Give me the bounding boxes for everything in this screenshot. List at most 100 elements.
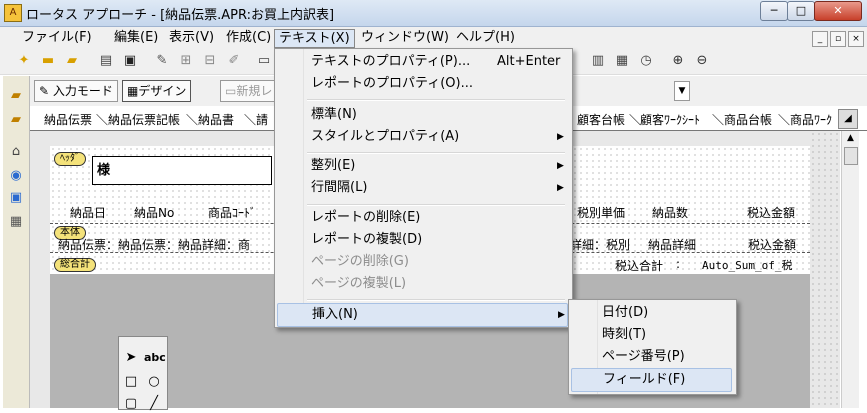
new-icon: ▭ bbox=[225, 84, 237, 98]
report-icon[interactable]: ▦ bbox=[6, 212, 26, 232]
chart-icon[interactable]: ⊞ bbox=[176, 51, 196, 71]
pointer-tool-icon[interactable]: ➤ bbox=[121, 349, 141, 367]
tab-separator: ＼ bbox=[244, 113, 257, 127]
tab-partial[interactable]: 請 bbox=[256, 111, 268, 128]
menu-edit[interactable]: 編集(E) bbox=[110, 29, 162, 46]
menu-text[interactable]: テキスト(X) bbox=[274, 29, 355, 48]
menu-item-duplicate-report[interactable]: レポートの複製(D) bbox=[277, 229, 568, 251]
summary-band-label[interactable]: 総合計 bbox=[54, 258, 96, 272]
menu-help[interactable]: ヘルプ(H) bbox=[452, 29, 519, 46]
menu-item-align[interactable]: 整列(E) ▶ bbox=[277, 155, 568, 177]
view-dropdown-arrow[interactable]: ▼ bbox=[674, 81, 690, 101]
menu-file[interactable]: ファイル(F) bbox=[18, 29, 96, 46]
maximize-button[interactable]: □ bbox=[787, 1, 815, 21]
tab-shohin-worksheet[interactable]: 商品ﾜｰｸ bbox=[790, 111, 832, 128]
submenu-item-page-number[interactable]: ページ番号(P) bbox=[571, 346, 732, 368]
edit-pencil-icon[interactable]: ✎ bbox=[152, 51, 172, 71]
text-tool-button[interactable]: abc bbox=[144, 349, 166, 367]
new-report-button[interactable]: ▭新規レ bbox=[220, 80, 278, 102]
header-text-box[interactable]: 様 bbox=[92, 156, 272, 185]
menu-item-delete-report[interactable]: レポートの削除(E) bbox=[277, 207, 568, 229]
menu-separator bbox=[307, 299, 565, 301]
submenu-arrow-icon: ▶ bbox=[557, 132, 564, 142]
mdi-controls: _ ▫ × bbox=[810, 30, 864, 47]
tab-shohin-daicho[interactable]: 商品台帳 bbox=[724, 111, 772, 128]
scroll-up-icon[interactable]: ▲ bbox=[842, 131, 859, 145]
summary-field[interactable]: Auto_Sum_of_税 bbox=[702, 257, 792, 273]
database-icon[interactable]: ▣ bbox=[6, 188, 26, 208]
input-mode-button[interactable]: ✎ 入力モード bbox=[34, 80, 118, 102]
menu-item-report-properties[interactable]: レポートのプロパティ(O)... bbox=[277, 73, 568, 95]
tab-nouhinsho[interactable]: 納品書 bbox=[198, 111, 234, 128]
submenu-item-time[interactable]: 時刻(T) bbox=[571, 324, 732, 346]
tab-separator: ＼ bbox=[778, 113, 791, 127]
design-mode-button[interactable]: ▦デザイン bbox=[122, 80, 192, 102]
mdi-minimize-button[interactable]: _ bbox=[812, 31, 828, 47]
page-icon[interactable]: ▥ bbox=[588, 51, 608, 71]
new-file-icon[interactable]: ✦ bbox=[14, 51, 34, 71]
tab-kokyaku-worksheet[interactable]: 顧客ﾜｰｸｼｰﾄ bbox=[640, 111, 700, 128]
body-row-field[interactable]: 税込金額 bbox=[748, 236, 796, 253]
header-text: 様 bbox=[97, 163, 111, 178]
help-globe-icon[interactable]: ◉ bbox=[6, 166, 26, 186]
body-row-field[interactable]: 詳細：税別 bbox=[570, 236, 630, 253]
mdi-close-button[interactable]: × bbox=[848, 31, 864, 47]
menu-item-text-properties[interactable]: テキストのプロパティ(P)... Alt+Enter bbox=[277, 51, 568, 73]
scroll-thumb[interactable] bbox=[844, 147, 858, 165]
tab-scroll-icon[interactable]: ◢ bbox=[838, 109, 858, 129]
submenu-item-date[interactable]: 日付(D) bbox=[571, 302, 732, 324]
column-header: 納品日 bbox=[70, 206, 107, 220]
menu-bar: ファイル(F) 編集(E) 表示(V) 作成(C) テキスト(X) ウィンドウ(… bbox=[0, 27, 867, 48]
close-button[interactable]: ✕ bbox=[814, 1, 862, 21]
folder-save-icon[interactable]: ▰ bbox=[6, 110, 26, 130]
column-header: 税別単価 bbox=[577, 206, 626, 220]
tab-separator: ＼ bbox=[712, 113, 725, 127]
home-icon[interactable]: ⌂ bbox=[6, 142, 26, 162]
submenu-arrow-icon: ▶ bbox=[557, 161, 564, 171]
ellipse-tool-icon[interactable]: ○ bbox=[144, 373, 164, 391]
menu-window[interactable]: ウィンドウ(W) bbox=[357, 29, 453, 46]
rectangle-tool-icon[interactable]: □ bbox=[121, 373, 141, 391]
mdi-restore-button[interactable]: ▫ bbox=[830, 31, 846, 47]
calendar-icon[interactable]: ▦ bbox=[612, 51, 632, 71]
preview-icon[interactable]: ▣ bbox=[120, 51, 140, 71]
menu-separator bbox=[307, 204, 565, 206]
menu-item-line-spacing[interactable]: 行間隔(L) ▶ bbox=[277, 177, 568, 199]
menu-create[interactable]: 作成(C) bbox=[222, 29, 275, 46]
vertical-scrollbar[interactable]: ▲ bbox=[841, 131, 859, 408]
field-icon[interactable]: ▭ bbox=[254, 51, 274, 71]
body-row-fields[interactable]: 納品伝票：納品伝票：納品詳細：商 bbox=[58, 236, 250, 253]
submenu-arrow-icon: ▶ bbox=[557, 183, 564, 193]
menu-item-duplicate-page: ページの複製(L) bbox=[311, 276, 407, 291]
body-row-field[interactable]: 納品詳細 bbox=[648, 236, 696, 253]
menu-view[interactable]: 表示(V) bbox=[165, 29, 218, 46]
column-header: 税込金額 bbox=[747, 206, 796, 220]
submenu-item-field[interactable]: フィールド(F) bbox=[571, 368, 732, 392]
line-tool-icon[interactable]: ╱ bbox=[144, 395, 164, 413]
menu-item-style-properties[interactable]: スタイルとプロパティ(A) ▶ bbox=[277, 126, 568, 148]
zoom-in-icon[interactable]: ⊕ bbox=[668, 51, 688, 71]
zoom-out-icon[interactable]: ⊖ bbox=[692, 51, 712, 71]
rounded-rect-tool-icon[interactable]: ▢ bbox=[121, 395, 141, 413]
draw-icon[interactable]: ⊟ bbox=[200, 51, 220, 71]
clock-icon[interactable]: ◷ bbox=[636, 51, 656, 71]
column-header: 商品ｺｰﾄﾞ bbox=[208, 206, 257, 220]
summary-colon: : bbox=[676, 257, 681, 271]
text-menu-dropdown: テキストのプロパティ(P)... Alt+Enter レポートのプロパティ(O)… bbox=[274, 48, 573, 328]
tab-kokyaku-daicho[interactable]: 顧客台帳 bbox=[577, 111, 625, 128]
tab-separator: ＼ bbox=[186, 113, 199, 127]
print-icon[interactable]: ▤ bbox=[96, 51, 116, 71]
design-mode-label: デザイン bbox=[138, 84, 187, 98]
tab-nouhin-denpyo[interactable]: 納品伝票 bbox=[44, 111, 92, 128]
folder-icon[interactable]: ▰ bbox=[6, 86, 26, 106]
open-folder-icon[interactable]: ▬ bbox=[38, 51, 58, 71]
new-report-label: 新規レ bbox=[236, 84, 273, 98]
design-icon: ▦ bbox=[127, 84, 139, 98]
tab-nouhin-denpyo-kicho[interactable]: 納品伝票記帳 bbox=[108, 111, 180, 128]
menu-item-insert[interactable]: 挿入(N) ▶ bbox=[277, 303, 568, 327]
minimize-button[interactable]: ─ bbox=[760, 1, 788, 21]
save-icon[interactable]: ▰ bbox=[62, 51, 82, 71]
menu-item-standard[interactable]: 標準(N) bbox=[277, 104, 568, 126]
text-tool-icon[interactable]: ✐ bbox=[224, 51, 244, 71]
header-band-label[interactable]: ﾍｯﾀﾞ bbox=[54, 152, 86, 166]
